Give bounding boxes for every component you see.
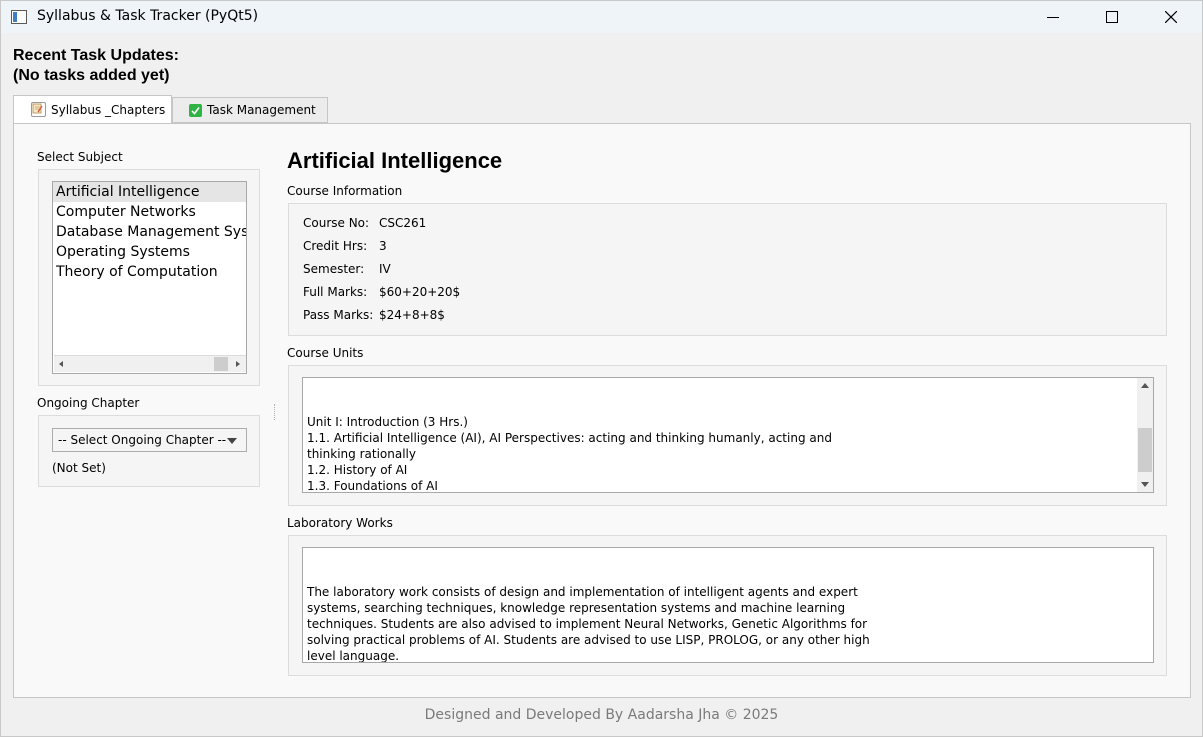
course-units-group: Unit I: Introduction (3 Hrs.) 1.1. Artif… [288,365,1167,506]
minimize-icon [1047,17,1059,18]
tab-task-management[interactable]: Task Management [172,97,328,123]
course-units-vscrollbar[interactable] [1137,378,1153,492]
subject-list-hscrollbar[interactable] [54,355,246,372]
course-info-value: 3 [379,239,387,253]
lab-works-group: The laboratory work consists of design a… [288,535,1167,676]
tab-syllabus-label: Syllabus _Chapters [51,102,166,117]
recent-task-header: Recent Task Updates: (No tasks added yet… [13,46,179,86]
recent-task-title: Recent Task Updates: [13,47,179,64]
splitter-handle[interactable] [274,404,277,420]
course-info-row: Semester: IV [303,262,391,278]
app-icon [11,10,27,24]
chapter-group: -- Select Ongoing Chapter -- (Not Set) [38,415,260,487]
scroll-up-icon[interactable] [1141,383,1149,388]
maximize-icon [1106,11,1118,23]
course-info-key: Course No: [303,216,370,230]
course-info-value: CSC261 [379,216,427,230]
course-info-key: Full Marks: [303,285,368,299]
check-icon [189,103,202,117]
select-subject-label: Select Subject [37,150,123,164]
ongoing-chapter-label: Ongoing Chapter [37,396,140,410]
close-button[interactable] [1142,1,1200,33]
scroll-right-icon[interactable] [236,361,240,367]
ongoing-chapter-status: (Not Set) [52,461,106,475]
course-units-text[interactable]: Unit I: Introduction (3 Hrs.) 1.1. Artif… [302,377,1154,493]
notepad-icon [31,102,46,117]
lab-works-text[interactable]: The laboratory work consists of design a… [302,547,1154,663]
course-info-row: Credit Hrs: 3 [303,239,387,255]
maximize-button[interactable] [1083,1,1141,33]
subject-list-item[interactable]: Theory of Computation [53,262,246,282]
title-bar[interactable]: Syllabus & Task Tracker (PyQt5) [1,1,1202,33]
course-info-row: Full Marks: $60+20+20$ [303,285,460,301]
subject-list[interactable]: Artificial Intelligence Computer Networks… [52,181,247,374]
units-scroll-thumb[interactable] [1138,428,1152,472]
subject-group: Artificial Intelligence Computer Networks… [38,169,260,386]
recent-task-status: (No tasks added yet) [13,67,170,84]
window-title: Syllabus & Task Tracker (PyQt5) [37,8,259,24]
course-info-value: IV [379,262,391,276]
course-units-label: Course Units [287,346,364,360]
course-info-key: Credit Hrs: [303,239,368,253]
scroll-thumb[interactable] [214,357,228,371]
scroll-left-icon[interactable] [59,361,63,367]
ongoing-chapter-value: -- Select Ongoing Chapter -- [58,433,227,447]
course-info-key: Pass Marks: [303,308,374,322]
subject-title: Artificial Intelligence [287,148,503,173]
course-info-label: Course Information [287,184,403,198]
subject-list-item[interactable]: Operating Systems [53,242,246,262]
minimize-button[interactable] [1024,1,1082,33]
ongoing-chapter-select[interactable]: -- Select Ongoing Chapter -- [52,428,247,452]
footer-credit: Designed and Developed By Aadarsha Jha ©… [424,707,779,723]
app-window: Syllabus & Task Tracker (PyQt5) Recent T… [0,0,1203,737]
course-info-row: Course No: CSC261 [303,216,426,232]
tab-task-label: Task Management [207,103,316,117]
subject-list-item[interactable]: Computer Networks [53,202,246,222]
chevron-down-icon [227,438,237,444]
close-icon [1165,11,1177,23]
course-units-content: Unit I: Introduction (3 Hrs.) 1.1. Artif… [307,415,832,493]
course-info-row: Pass Marks: $24+8+8$ [303,308,445,324]
course-info-value: $24+8+8$ [379,308,445,322]
subject-list-item[interactable]: Artificial Intelligence [53,182,246,202]
subject-list-item[interactable]: Database Management System [53,222,246,242]
course-info-value: $60+20+20$ [379,285,461,299]
lab-works-label: Laboratory Works [287,516,393,530]
course-info-group: Course No: CSC261 Credit Hrs: 3 Semester: IV F… [288,203,1167,336]
lab-works-content: The laboratory work consists of design a… [307,585,870,663]
tab-syllabus-chapters[interactable]: Syllabus _Chapters [13,95,172,123]
syllabus-tab-panel: Select Subject Artificial Intelligence Co… [13,123,1191,698]
scroll-down-icon[interactable] [1141,482,1149,487]
course-info-key: Semester: [303,262,365,276]
